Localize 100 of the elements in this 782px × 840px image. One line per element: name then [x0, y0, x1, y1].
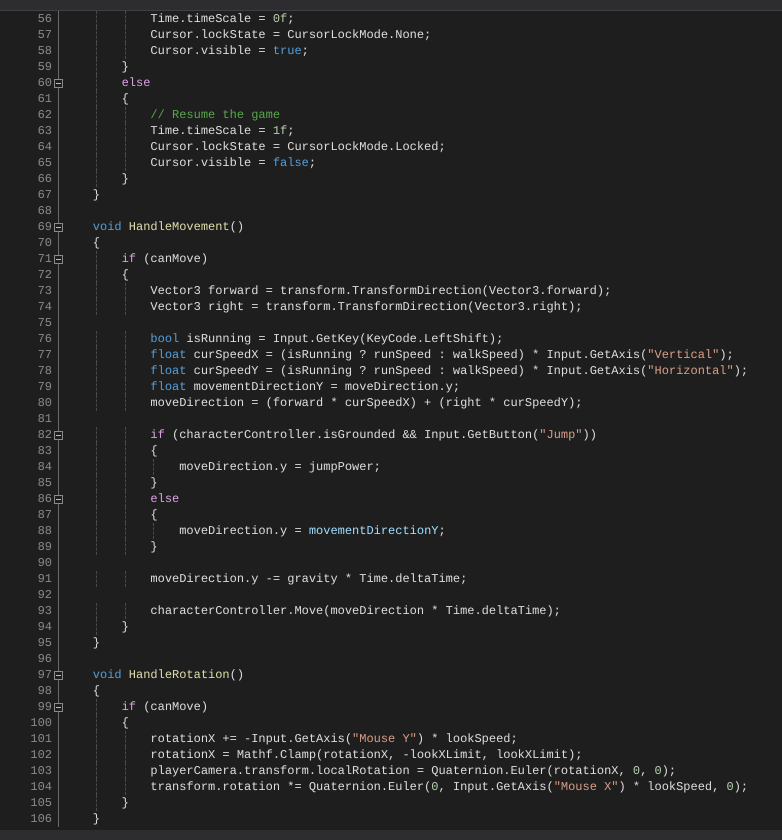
code-line: Time.timeScale = 1f; [149, 123, 294, 140]
code-line: if (canMove) [120, 251, 208, 268]
code-line: else [149, 491, 180, 508]
line-number: 84 [36, 459, 52, 476]
code-line: } [149, 539, 158, 556]
code-line: float curSpeedX = (isRunning ? runSpeed : walkSpeed) * Input.GetAxis("Vertical"); [149, 347, 734, 364]
line-number: 96 [36, 651, 52, 668]
code-line: rotationX = Mathf.Clamp(rotationX, -lookXLimit, lookXLimit); [149, 747, 582, 764]
code-line: } [92, 187, 100, 204]
code-line: else [120, 75, 150, 92]
code-line: Cursor.lockState = CursorLockMode.Locked; [149, 139, 446, 156]
code-line: moveDirection.y = movementDirectionY; [178, 523, 446, 540]
collapse-toggle[interactable] [54, 431, 63, 440]
line-number: 94 [36, 619, 52, 636]
code-line: if (characterController.isGrounded && Input.GetButton("Jump")) [149, 427, 597, 444]
code-line: Time.timeScale = 0f; [149, 11, 294, 28]
code-line: } [120, 171, 129, 188]
code-line: { [149, 507, 158, 524]
code-line: float movementDirectionY = moveDirection.y; [149, 379, 460, 396]
line-number: 65 [36, 155, 52, 172]
collapse-toggle[interactable] [54, 79, 63, 88]
line-number: 72 [36, 267, 52, 284]
line-number: 98 [36, 683, 52, 700]
line-number: 78 [36, 363, 52, 380]
line-number: 77 [36, 347, 52, 364]
code-line: } [92, 811, 100, 828]
code-line: { [92, 683, 100, 700]
line-number: 76 [36, 331, 52, 348]
code-line: Cursor.lockState = CursorLockMode.None; [149, 27, 432, 44]
code-line: { [92, 235, 100, 252]
code-line: transform.rotation *= Quaternion.Euler(0, Input.GetAxis("Mouse X") * lookSpeed, 0); [149, 779, 748, 796]
code-line: Vector3 right = transform.TransformDirection(Vector3.right); [149, 299, 582, 316]
collapse-toggle[interactable] [54, 671, 63, 680]
line-number: 102 [29, 747, 52, 764]
line-number: 86 [36, 491, 52, 508]
line-number: 56 [36, 11, 52, 28]
code-line: Cursor.visible = true; [149, 43, 309, 60]
code-line: { [120, 91, 129, 108]
line-number: 101 [29, 731, 52, 748]
collapse-toggle[interactable] [54, 223, 63, 232]
line-number: 64 [36, 139, 52, 156]
code-line: float curSpeedY = (isRunning ? runSpeed : walkSpeed) * Input.GetAxis("Horizontal"); [149, 363, 748, 380]
line-number: 74 [36, 299, 52, 316]
line-number: 87 [36, 507, 52, 524]
line-number: 73 [36, 283, 52, 300]
code-line: } [120, 795, 129, 812]
code-line: bool isRunning = Input.GetKey(KeyCode.LeftShift); [149, 331, 504, 348]
line-number: 70 [36, 235, 52, 252]
code-line: } [149, 475, 158, 492]
code-line: // Resume the game [149, 107, 280, 124]
code-line: } [120, 619, 129, 636]
code-line: moveDirection.y -= gravity * Time.deltaTime; [149, 571, 468, 588]
code-line: moveDirection = (forward * curSpeedX) + (right * curSpeedY); [149, 395, 582, 412]
line-number: 83 [36, 443, 52, 460]
line-number: 105 [29, 795, 52, 812]
code-line: rotationX += -Input.GetAxis("Mouse Y") * lookSpeed; [149, 731, 518, 748]
code-line: } [120, 59, 129, 76]
collapse-toggle[interactable] [54, 495, 63, 504]
line-number: 81 [36, 411, 52, 428]
line-number: 62 [36, 107, 52, 124]
line-number: 92 [36, 587, 52, 604]
line-number: 57 [36, 27, 52, 44]
code-line: characterController.Move(moveDirection * Time.deltaTime); [149, 603, 561, 620]
line-number: 60 [36, 75, 52, 92]
code-line: { [120, 267, 129, 284]
line-number: 99 [36, 699, 52, 716]
line-number: 75 [36, 315, 52, 332]
line-number: 95 [36, 635, 52, 652]
code-line: void HandleMovement() [92, 219, 244, 236]
line-number: 63 [36, 123, 52, 140]
line-number: 100 [29, 715, 52, 732]
line-number: 91 [36, 571, 52, 588]
line-number: 103 [29, 763, 52, 780]
code-line: Cursor.visible = false; [149, 155, 316, 172]
code-line: { [120, 715, 129, 732]
line-number: 80 [36, 395, 52, 412]
code-line: moveDirection.y = jumpPower; [178, 459, 381, 476]
line-number: 68 [36, 203, 52, 220]
code-line: Vector3 forward = transform.TransformDirection(Vector3.forward); [149, 283, 612, 300]
line-number: 106 [29, 811, 52, 828]
code-line: playerCamera.transform.localRotation = Quaternion.Euler(rotationX, 0, 0); [149, 763, 676, 780]
line-number: 82 [36, 427, 52, 444]
line-number: 89 [36, 539, 52, 556]
line-number: 58 [36, 43, 52, 60]
line-number: 97 [36, 667, 52, 684]
code-line: { [149, 443, 158, 460]
code-line: if (canMove) [120, 699, 208, 716]
line-number: 59 [36, 59, 52, 76]
line-number: 93 [36, 603, 52, 620]
line-number: 69 [36, 219, 52, 236]
line-number: 67 [36, 187, 52, 204]
line-number: 104 [29, 779, 52, 796]
line-number: 79 [36, 379, 52, 396]
code-line: void HandleRotation() [92, 667, 244, 684]
code-line: } [92, 635, 100, 652]
collapse-toggle[interactable] [54, 703, 63, 712]
line-number: 88 [36, 523, 52, 540]
line-number: 66 [36, 171, 52, 188]
collapse-toggle[interactable] [54, 255, 63, 264]
line-number: 61 [36, 91, 52, 108]
